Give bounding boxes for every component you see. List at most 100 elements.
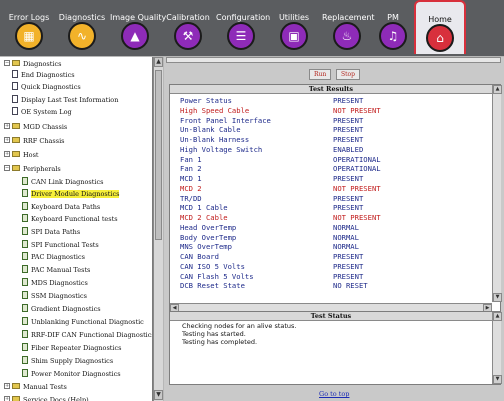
diagnostic-test-icon [22,202,28,210]
tree-item-label: Display Last Test Information [21,96,119,104]
tree-item-label: SPI Functional Tests [31,241,99,249]
collapse-minus-icon[interactable]: − [4,60,10,66]
tree-item[interactable]: End Diagnostics [12,69,75,81]
results-vertical-scrollbar[interactable]: ▲ ▼ [492,85,502,302]
tab-label: Home [428,15,452,24]
go-to-top-link[interactable]: Go to top [319,390,349,398]
folder-icon [12,165,20,171]
tab-home[interactable]: Home ⌂ [414,0,466,54]
document-icon [12,107,18,115]
result-value: PRESENT [333,203,364,213]
scroll-down-arrow-icon[interactable]: ▼ [493,375,502,384]
diagnostic-test-icon [22,278,28,286]
tree-item[interactable]: Shim Supply Diagnostics [22,355,113,367]
tree-item-label: SSM Diagnostics [31,292,87,300]
tree-item[interactable]: Quick Diagnostics [12,81,81,93]
result-name: DCB Reset State [180,281,245,291]
tree-item[interactable]: SPI Data Paths [22,226,80,238]
tree-item[interactable]: Keyboard Functional tests [22,213,118,225]
result-name: Body OverTemp [180,232,237,242]
tree-item[interactable]: RRF-DIF CAN Functional Diagnostics [22,329,153,341]
result-value: ENABLED [333,144,364,154]
expand-plus-icon[interactable]: + [4,123,10,129]
result-name: MNS OverTemp [180,242,232,252]
tree-folder[interactable]: + MGD Chassis [4,121,67,133]
result-value: PRESENT [333,271,364,281]
expand-plus-icon[interactable]: + [4,137,10,143]
folder-icon [12,60,20,66]
diagnostic-test-icon [22,291,28,299]
tree-folder[interactable]: + Host [4,149,39,161]
result-name: Fan 2 [180,164,202,174]
result-name: CAN Flash 5 Volts [180,271,254,281]
scroll-down-arrow-icon[interactable]: ▼ [154,390,163,400]
diagnostic-test-icon [22,356,28,364]
tree-item[interactable]: PAC Manual Tests [22,264,90,276]
tree-item[interactable]: SPI Functional Tests [22,239,99,251]
tree-item[interactable]: PAC Diagnostics [22,251,85,263]
tree-item[interactable]: Power Monitor Diagnostics [22,368,121,380]
tab-label: Utilities [278,13,310,22]
tab-replacement[interactable]: Replacement ♨ [322,0,375,54]
tree-item[interactable]: SSM Diagnostics [22,290,87,302]
tab-error-logs[interactable]: Error Logs ▦ [4,0,54,54]
scroll-up-arrow-icon[interactable]: ▲ [493,85,502,94]
collapse-minus-icon[interactable]: − [4,165,10,171]
tree-item-label: PAC Diagnostics [31,253,85,261]
tree-folder[interactable]: + Manual Tests [4,381,67,393]
tree-item-label: Peripherals [23,165,61,173]
tree-item-label: Keyboard Data Paths [31,203,101,211]
tree-folder[interactable]: − Peripherals [4,163,61,175]
tree-item[interactable]: Driver Module Diagnostics [22,188,120,200]
scroll-thumb[interactable] [155,70,162,240]
tree-item[interactable]: Unblanking Functional Diagnostic [22,316,144,328]
expand-plus-icon[interactable]: + [4,396,10,401]
tree-item[interactable]: CAN Link Diagnostics [22,176,103,188]
tab-calibration[interactable]: Calibration ⚒ [163,0,213,54]
top-scroll-strip[interactable] [166,57,501,63]
tree-item[interactable]: Keyboard Data Paths [22,201,100,213]
status-line: Checking nodes for an alive status. [182,322,297,330]
test-status-title: Test Status [170,312,492,321]
tree-item-label: RRF-DIF CAN Functional Diagnostics [31,331,153,339]
tree-scrollbar[interactable]: ▲ ▼ [153,57,163,401]
result-name: Un-Blank Harness [180,135,250,144]
stop-button[interactable]: Stop [336,69,360,80]
tree-item-label: Keyboard Functional tests [31,215,118,223]
tab-utilities[interactable]: Utilities ▣ [269,0,319,54]
diagnostic-test-icon [22,240,28,248]
tab-pm[interactable]: PM ♫ [375,0,411,54]
result-name: High Speed Cable [180,105,250,115]
tree-item[interactable]: MDS Diagnostics [22,277,88,289]
diagnostic-test-icon [22,214,28,222]
tab-label: Calibration [166,13,210,22]
status-vertical-scrollbar[interactable]: ▲ ▼ [492,312,502,384]
expand-plus-icon[interactable]: + [4,151,10,157]
scroll-down-arrow-icon[interactable]: ▼ [493,293,502,302]
diagnostic-test-icon [22,189,28,197]
tab-diagnostics[interactable]: Diagnostics ∿ [57,0,107,54]
tree-item[interactable]: Fiber Repeater Diagnostics [22,342,121,354]
tree-folder[interactable]: + RRF Chassis [4,135,65,147]
tree-folder[interactable]: + Service Docs (Help) [4,394,89,401]
scroll-up-arrow-icon[interactable]: ▲ [154,57,163,67]
scroll-up-arrow-icon[interactable]: ▲ [493,312,502,321]
tab-image-quality[interactable]: Image Quality ▲ [110,0,166,54]
image-quality-icon: ▲ [121,22,149,50]
result-value: PRESENT [333,115,364,125]
run-button[interactable]: Run [309,69,332,80]
diagnostic-test-icon [22,304,28,312]
tab-configuration[interactable]: Configuration ☰ [216,0,271,54]
expand-plus-icon[interactable]: + [4,383,10,389]
tab-label: Configuration [216,13,271,22]
status-line: Testing has completed. [182,338,258,346]
diagnostic-test-icon [22,343,28,351]
diagnostic-test-icon [22,317,28,325]
tree-item[interactable]: Gradient Diagnostics [22,303,101,315]
tree-item-label: SPI Data Paths [31,228,81,236]
tree-item[interactable]: Display Last Test Information [12,94,118,106]
result-value: NORMAL [333,232,359,242]
tree-item[interactable]: OE System Log [12,106,72,118]
result-name: CAN Board [180,252,219,261]
tree-item-label: MDS Diagnostics [31,279,88,287]
